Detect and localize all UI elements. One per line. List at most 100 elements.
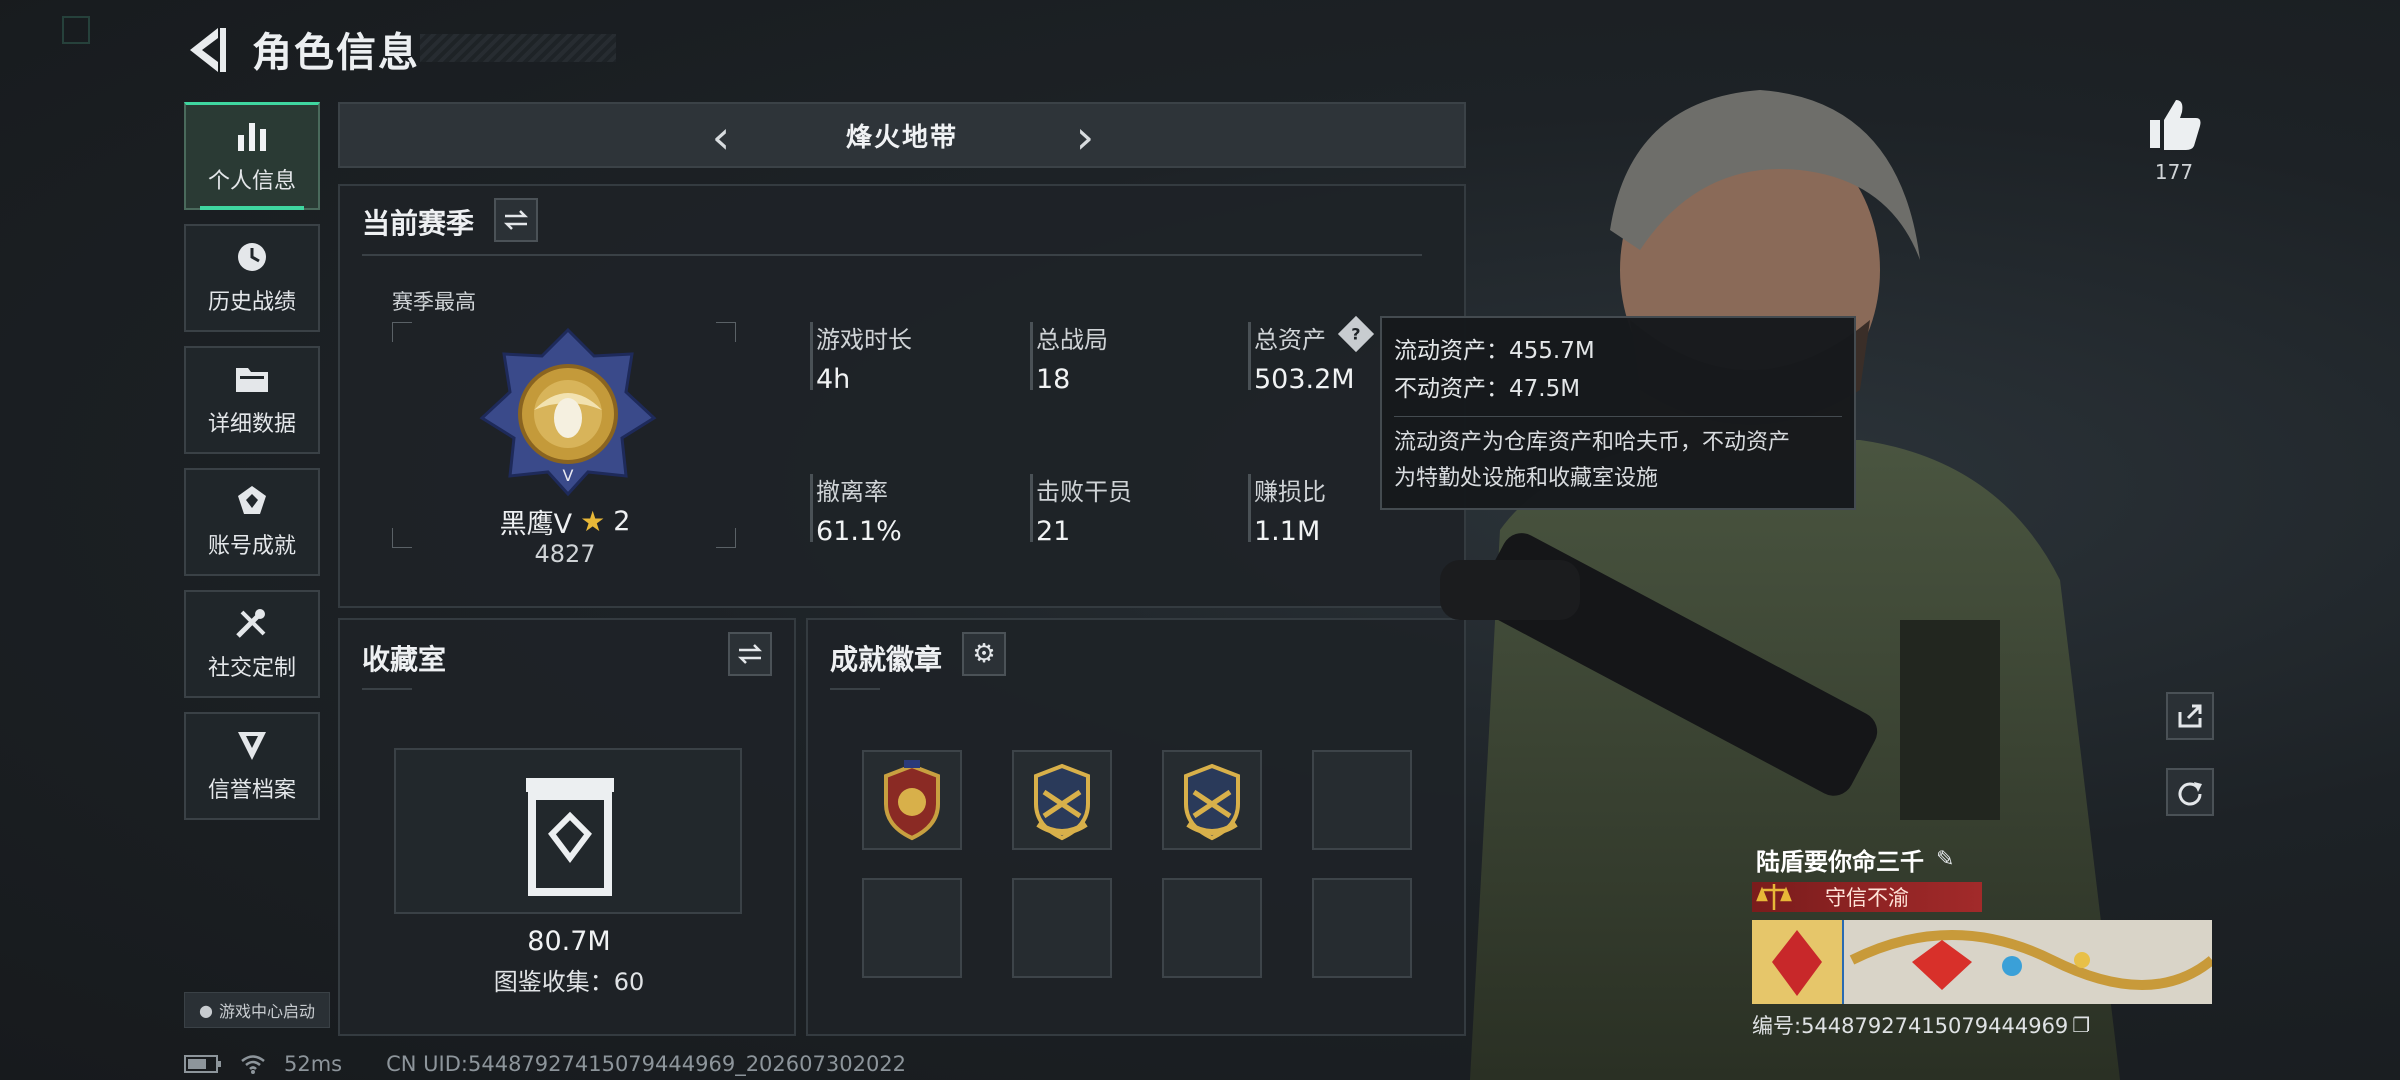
star-icon: ★ [580,505,606,538]
folder-icon [236,368,268,392]
stat-value-matches: 18 [1036,364,1071,395]
rank-name: 黑鹰V [499,509,573,540]
player-name: 陆盾要你命三千 [1756,848,1924,876]
collection-value: 80.7M [527,926,611,957]
player-banner [1752,920,2212,1004]
swap-icon [503,210,529,230]
badge-slot-empty[interactable] [862,878,962,978]
game-center-label: 游戏中心启动 [218,1002,315,1021]
thumbs-up-icon[interactable] [2144,96,2204,152]
chevron-left-icon[interactable]: ‹ [696,112,746,162]
sidebar-item-social[interactable]: 社交定制 [184,590,320,698]
title-decoration [420,34,616,62]
rank-stars: 2 [613,506,631,537]
stat-label-kills: 击败干员 [1036,478,1132,506]
sidebar-item-label: 社交定制 [207,656,296,681]
badges-settings-button[interactable]: ⚙ [962,632,1006,676]
like-count: 177 [2154,160,2194,184]
tooltip-note-2: 为特勤处设施和收藏室设施 [1394,466,1659,491]
season-title: 当前赛季 [362,207,475,240]
chevron-right-icon[interactable]: › [1060,112,1110,162]
sidebar-item-personal-info[interactable]: 个人信息 [184,102,320,210]
rank-emblem-icon: V [479,327,657,497]
season-swap-button[interactable] [494,198,538,242]
clock-icon [238,243,266,271]
gear-icon: ⚙ [972,639,996,669]
game-center-button[interactable]: ● 游戏中心启动 [184,992,330,1028]
sidebar-item-label: 账号成就 [207,534,296,559]
stat-bar [810,322,813,390]
tooltip-fixed-assets: 不动资产：47.5M [1394,376,1581,402]
tooltip-divider [1394,416,1842,417]
tools-icon [236,609,266,638]
share-icon [2178,704,2202,728]
stat-bar [1030,474,1033,542]
refresh-icon [2178,782,2202,806]
page-title: 角色信息 [252,30,420,76]
vault-icon [526,778,614,896]
badge-slot[interactable] [1162,750,1262,850]
stat-bar [810,474,813,542]
uid: CN UID:5448792741507944496​9_20260730202… [386,1052,907,1076]
badge-slot-empty[interactable] [1162,878,1262,978]
sidebar-item-label: 详细数据 [207,412,296,437]
badges-title: 成就徽章 [830,643,943,676]
ping: 52ms [284,1052,343,1076]
tooltip-note-1: 流动资产为仓库资产和哈夫币，不动资产 [1394,430,1791,455]
mode-label: 烽火地带 [845,122,958,153]
stat-bar [1248,322,1251,390]
section-divider [362,688,412,690]
collection-title: 收藏室 [362,643,447,676]
rank-points: 4827 [534,540,596,568]
stat-value-playtime: 4h [816,364,851,395]
collection-swap-button[interactable] [728,632,772,676]
share-button[interactable] [2166,692,2214,740]
stat-label-playtime: 游戏时长 [816,326,912,354]
rank-name-row: 黑鹰V ★ 2 [440,502,690,541]
badge-slot-empty[interactable] [1012,878,1112,978]
assets-tooltip: 流动资产：455.7M 不动资产：47.5M 流动资产为仓库资产和哈夫币，不动资… [1380,316,1856,510]
sidebar-item-history[interactable]: 历史战绩 [184,224,320,332]
wifi-icon [241,1055,265,1074]
collection-preview[interactable] [394,748,742,914]
svg-text:V: V [563,466,574,485]
game-center-icon: ● [199,1000,213,1020]
edit-name-icon[interactable]: ✎ [1936,847,1954,872]
reputation-scale-icon [1756,884,1792,910]
stat-bar [1248,474,1251,542]
stat-label-matches: 总战局 [1036,326,1108,354]
section-divider [830,688,880,690]
section-divider [362,254,1422,256]
badge-gold-crest-icon [1034,763,1090,841]
sidebar-item-label: 信誉档案 [207,778,296,803]
sidebar-item-reputation[interactable]: 信誉档案 [184,712,320,820]
copy-icon[interactable]: ❐ [2072,1013,2090,1037]
badge-slot[interactable] [862,750,962,850]
stat-label-extract-rate: 撤离率 [816,478,888,506]
stat-bar [1030,322,1033,390]
sidebar-item-label: 历史战绩 [207,290,296,315]
player-serial: 编号:5448792741507944496​9 [1752,1014,2069,1038]
corner-mark [62,16,90,44]
badges-panel: 成就徽章 ⚙ [806,618,1466,1036]
sidebar-item-label: 个人信息 [207,168,296,194]
back-arrow-icon[interactable] [184,24,230,76]
collection-panel: 收藏室 80.7M 图鉴收集：60 [338,618,796,1036]
help-icon[interactable]: ? [1337,315,1375,353]
player-card: 陆盾要你命三千 ✎ 守信不渝 编号:5448792741507944496​9 … [1752,836,2212,1038]
sidebar-item-achievements[interactable]: 账号成就 [184,468,320,576]
mode-selector: ‹ 烽火地带 › [338,102,1466,168]
stat-value-assets: 503.2M [1254,364,1355,395]
battery-icon [184,1055,221,1073]
badge-slot[interactable] [1012,750,1112,850]
bar-chart-icon [238,122,266,151]
swap-icon [737,644,763,664]
player-name-row: 陆盾要你命三千 ✎ [1756,842,1954,877]
refresh-button[interactable] [2166,768,2214,816]
stat-label-profit-ratio: 赚损比 [1254,478,1326,506]
stat-value-kills: 21 [1036,516,1071,547]
season-panel: 当前赛季 赛季最高 V 黑鹰V ★ 2 4827 游戏时长 4h 总战局 18 … [338,184,1466,608]
stat-value-extract-rate: 61.1% [816,516,902,547]
sidebar-item-detailed-data[interactable]: 详细数据 [184,346,320,454]
badge-red-shield-icon [884,760,940,841]
